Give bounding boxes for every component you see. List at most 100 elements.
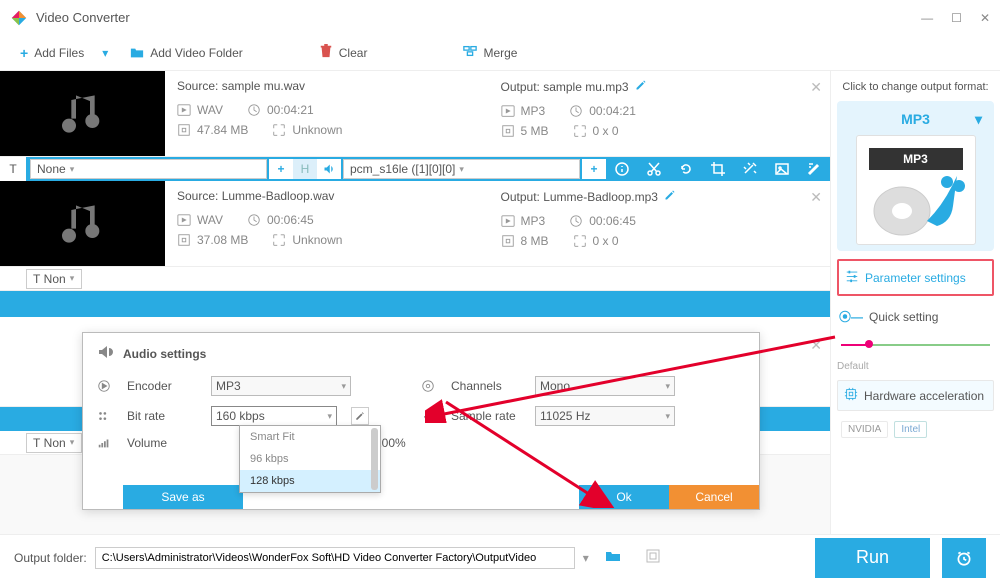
subtitle-add-button[interactable]: + [269, 159, 293, 179]
add-files-label: Add Files [34, 46, 84, 60]
chip-icon [844, 387, 858, 404]
out-resolution: 0 x 0 [593, 234, 619, 248]
audio-tab-icon[interactable] [317, 159, 341, 179]
maximize-button[interactable]: ☐ [951, 11, 962, 25]
crop-button[interactable] [702, 157, 734, 181]
output-folder-label: Output folder: [14, 551, 87, 565]
merge-icon [463, 44, 477, 61]
volume-icon [97, 436, 115, 450]
bitrate-icon [97, 409, 115, 423]
bitrate-edit-button[interactable] [351, 407, 369, 425]
file-thumbnail[interactable] [0, 71, 165, 156]
audio-settings-dialog: Audio settings Encoder MP3 Bit rate 160 … [82, 332, 760, 510]
edit-all-button[interactable] [798, 157, 830, 181]
channels-label: Channels [451, 379, 523, 393]
sliders-icon [845, 269, 859, 286]
scrollbar[interactable] [371, 428, 378, 490]
bitrate-select[interactable]: 160 kbps [211, 406, 337, 426]
quick-setting-row[interactable]: ⦿— Quick setting [837, 304, 994, 329]
intel-badge: Intel [894, 421, 927, 438]
audio-track-select[interactable]: pcm_s16le ([1][0][0] [343, 159, 580, 179]
rotate-button[interactable] [670, 157, 702, 181]
resolution-icon [272, 123, 286, 137]
merge-button[interactable]: Merge [453, 40, 527, 65]
clock-icon [569, 214, 583, 228]
format-icon [177, 213, 191, 227]
quality-slider[interactable] [841, 339, 990, 351]
hw-accel-label: Hardware acceleration [864, 389, 984, 403]
subtitle-tab-icon[interactable]: T [0, 157, 26, 181]
effects-button[interactable] [734, 157, 766, 181]
volume-label: Volume [127, 436, 199, 450]
file-thumbnail[interactable] [0, 181, 165, 266]
resolution-icon [573, 234, 587, 248]
cancel-button[interactable]: Cancel [669, 485, 759, 509]
encoder-select[interactable]: MP3 [211, 376, 351, 396]
resolution-icon [573, 124, 587, 138]
src-format: WAV [197, 103, 223, 117]
subtitle-select[interactable]: T Non [26, 433, 82, 453]
audio-add-button[interactable]: + [582, 159, 606, 179]
footer-bar: Output folder: ▾ Run [0, 534, 1000, 580]
parameter-settings-button[interactable]: Parameter settings [837, 259, 994, 296]
clock-icon [247, 103, 261, 117]
out-size: 8 MB [521, 234, 549, 248]
quality-default-label: Default [837, 361, 994, 372]
output-label: Output: sample mu.mp3 [501, 80, 629, 94]
sample-rate-select[interactable]: 11025 Hz [535, 406, 675, 426]
edit-output-icon[interactable] [635, 79, 647, 94]
output-folder-dropdown[interactable]: ▾ [583, 551, 589, 565]
clear-button[interactable]: Clear [309, 40, 378, 65]
remove-file-button[interactable]: ✕ [810, 79, 822, 96]
output-format-name: MP3 [901, 111, 930, 127]
close-button[interactable]: ✕ [980, 11, 990, 25]
src-size: 47.84 MB [197, 123, 248, 137]
encoder-label: Encoder [127, 379, 199, 393]
hardsub-button[interactable]: H [293, 159, 317, 179]
add-folder-label: Add Video Folder [150, 46, 243, 60]
bitrate-option[interactable]: 96 kbps [240, 448, 380, 470]
out-resolution: 0 x 0 [593, 124, 619, 138]
file-row: Source: Lumme-Badloop.wav WAV 00:06:45 3… [0, 181, 830, 267]
save-as-button[interactable]: Save as [123, 485, 243, 509]
output-format-card[interactable]: MP3 ▾ MP3 [837, 101, 994, 251]
minimize-button[interactable]: — [921, 11, 933, 25]
add-video-folder-button[interactable]: Add Video Folder [120, 42, 253, 64]
add-files-dropdown[interactable]: ▾ [102, 46, 108, 60]
remove-file-button[interactable]: ✕ [810, 337, 822, 354]
quick-setting-icon: ⦿— [839, 308, 863, 325]
subtitle-select[interactable]: None [30, 159, 267, 179]
parameter-settings-label: Parameter settings [865, 271, 966, 285]
chevron-down-icon: ▾ [975, 111, 982, 128]
channels-icon [421, 379, 439, 393]
merge-label: Merge [483, 46, 517, 60]
watermark-button[interactable] [766, 157, 798, 181]
cut-button[interactable] [638, 157, 670, 181]
size-icon [177, 123, 191, 137]
edit-output-icon[interactable] [664, 189, 676, 204]
browse-button[interactable] [645, 548, 661, 567]
nvidia-badge: NVIDIA [841, 421, 888, 438]
remove-file-button[interactable]: ✕ [810, 189, 822, 206]
hardware-acceleration-button[interactable]: Hardware acceleration [837, 380, 994, 411]
bitrate-option[interactable]: Smart Fit [240, 426, 380, 448]
clock-icon [569, 104, 583, 118]
source-label: Source: Lumme-Badloop.wav [177, 189, 334, 203]
out-format: MP3 [521, 214, 546, 228]
size-icon [501, 234, 515, 248]
open-folder-button[interactable] [605, 548, 621, 567]
ok-button[interactable]: Ok [579, 485, 669, 509]
info-button[interactable] [606, 157, 638, 181]
subtitle-select[interactable]: T Non [26, 269, 82, 289]
resolution-icon [272, 233, 286, 247]
output-folder-input[interactable] [95, 547, 575, 569]
format-icon [501, 214, 515, 228]
schedule-button[interactable] [942, 538, 986, 578]
channels-select[interactable]: Mono [535, 376, 675, 396]
file-action-bar: T None + H pcm_s16le ([1][0][0] + [0, 157, 830, 181]
mic-icon [421, 409, 439, 423]
run-button[interactable]: Run [815, 538, 930, 578]
bitrate-option[interactable]: 128 kbps [240, 470, 380, 492]
format-icon [501, 104, 515, 118]
add-files-button[interactable]: + Add Files [10, 41, 94, 65]
